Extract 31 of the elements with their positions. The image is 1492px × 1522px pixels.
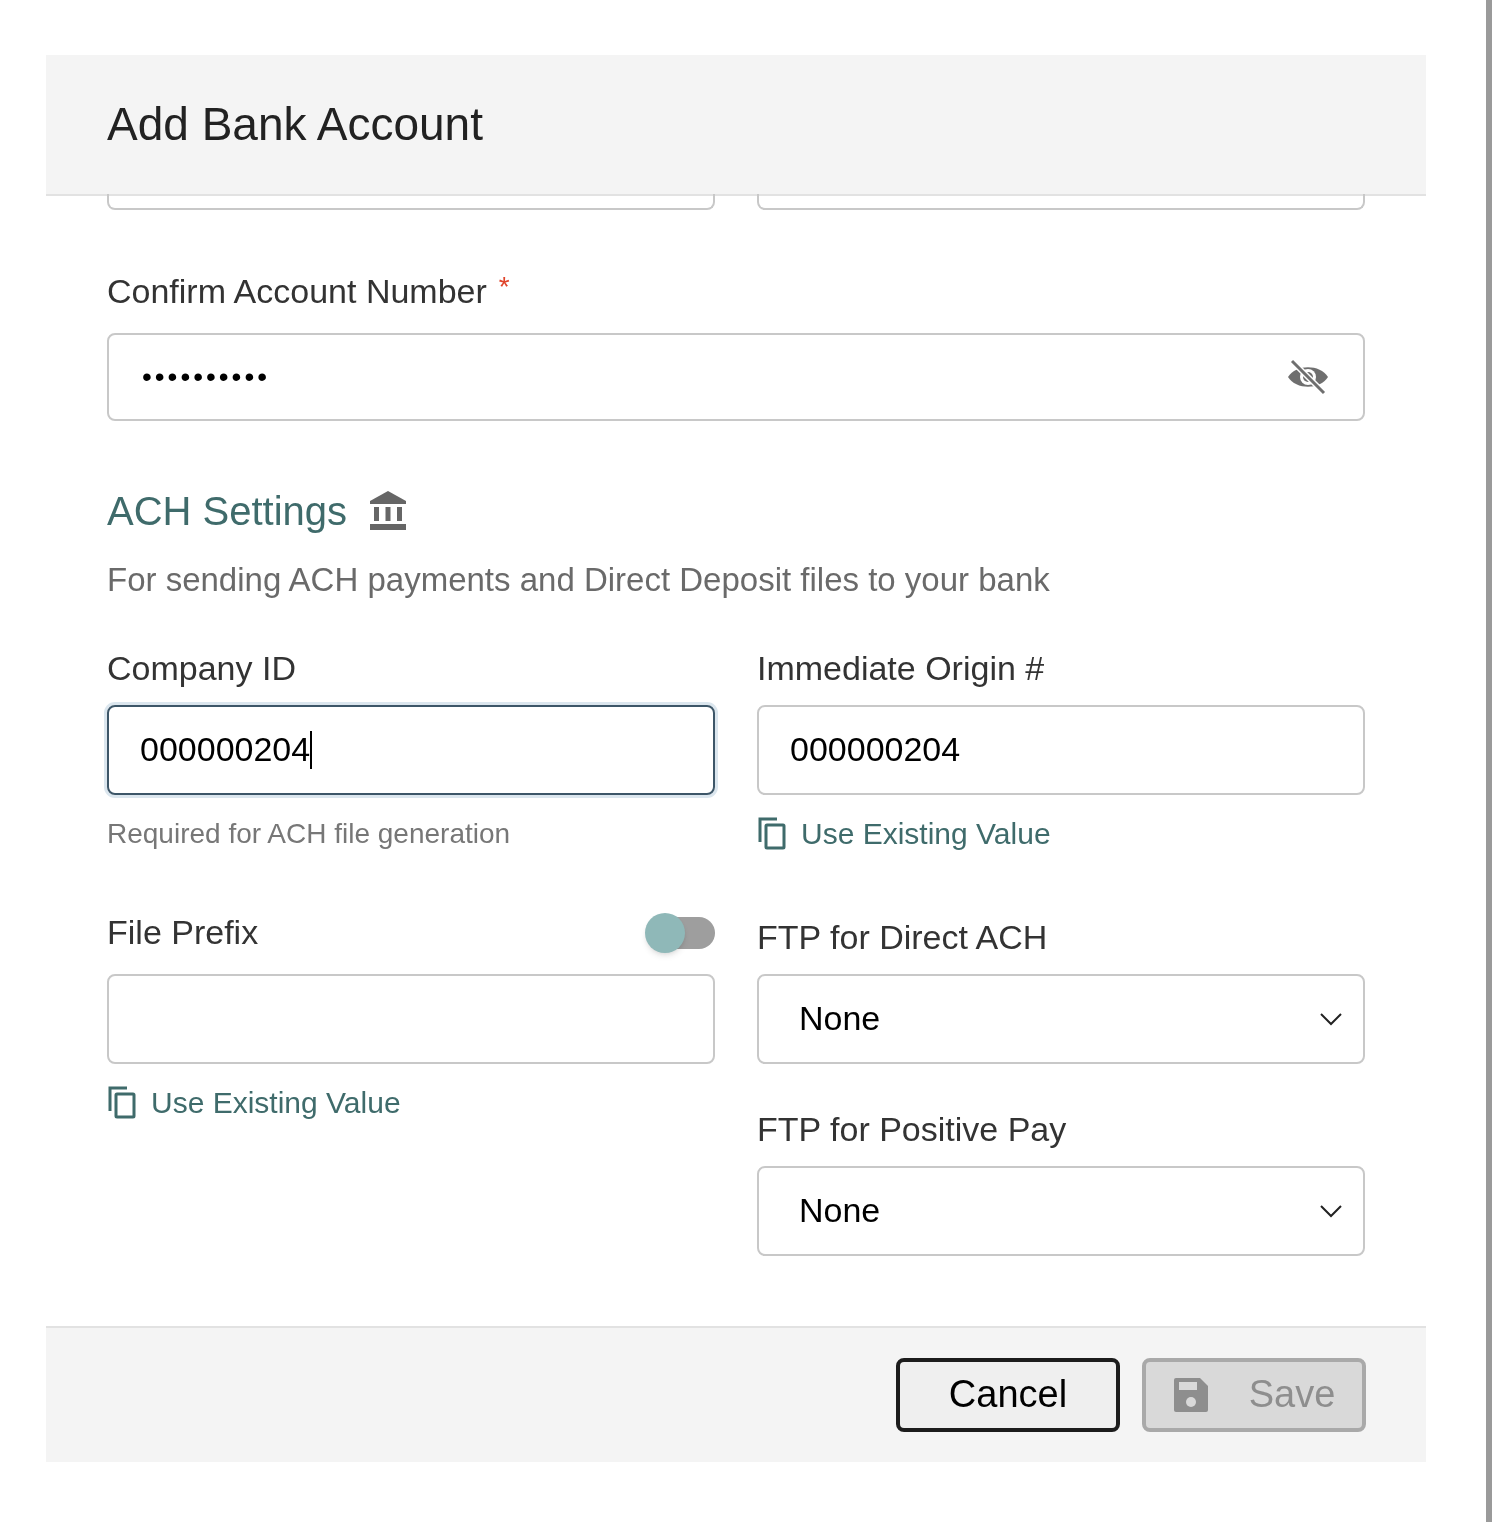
chevron-down-icon [1319,1203,1343,1218]
save-icon [1172,1376,1209,1413]
section-description: For sending ACH payments and Direct Deposit files to your bank [107,560,1051,600]
cancel-button[interactable]: Cancel [896,1357,1120,1432]
input-field[interactable]: 000000204 [757,704,1365,795]
input-field[interactable] [757,194,1365,210]
field-label: Confirm Account Number [107,271,487,312]
input-field[interactable] [107,194,715,210]
dropdown[interactable]: None [757,973,1365,1064]
hint-text: Required for ACH file generation [107,816,512,851]
field-label: Immediate Origin # [757,647,1046,685]
dropdown[interactable]: None [757,1165,1365,1256]
required-mark: * [498,270,510,304]
input-field[interactable]: 000000204 [107,704,715,795]
eye-slash-icon[interactable] [1286,358,1330,396]
field-label: File Prefix [107,912,259,953]
copy-icon [757,816,787,850]
field-label: FTP for Positive Pay [757,1108,1068,1146]
copy-icon [107,1085,137,1119]
field-label: Company ID [107,647,297,685]
section-heading: ACH Settings [107,488,348,535]
use-existing-value-link[interactable]: Use Existing Value [757,810,1051,856]
masked-value: •••••••••• [142,360,271,394]
input-field[interactable] [107,973,715,1064]
toggle-switch[interactable] [645,912,715,953]
password-field[interactable]: •••••••••• [107,333,1365,421]
dialog-title: Add Bank Account [107,97,483,152]
bank-icon [369,491,408,531]
use-existing-value-link[interactable]: Use Existing Value [107,1079,401,1125]
field-label: FTP for Direct ACH [757,916,1049,954]
chevron-down-icon [1319,1011,1343,1026]
